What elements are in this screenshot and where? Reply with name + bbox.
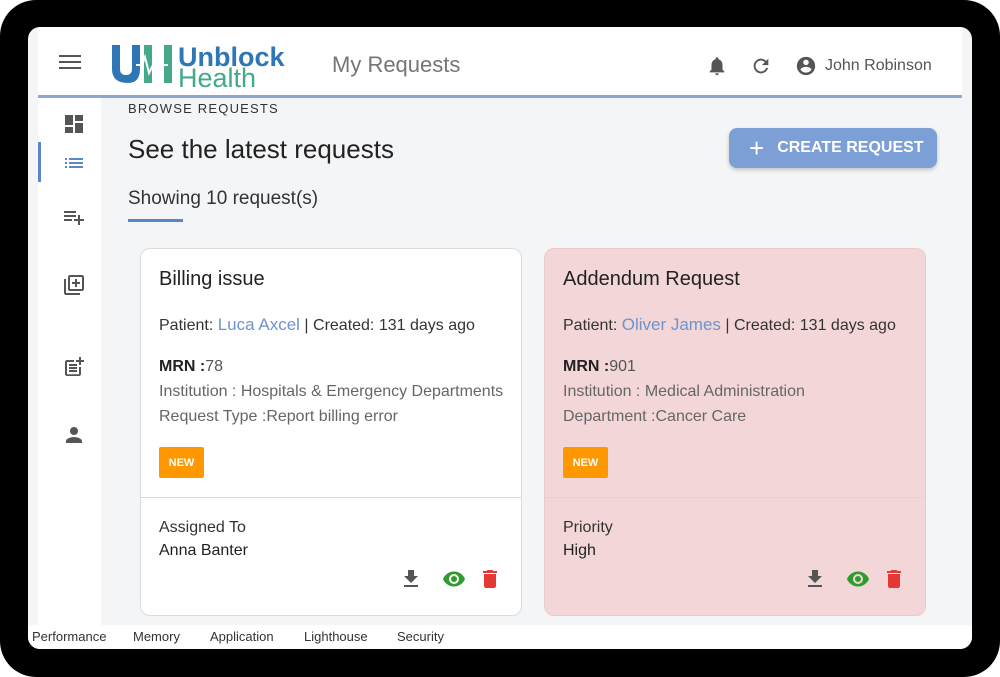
create-request-label: CREATE REQUEST bbox=[777, 139, 924, 156]
logo-text-health: Health bbox=[178, 63, 257, 93]
assigned-to-value: Anna Banter bbox=[159, 542, 248, 559]
device-frame: Unblock Health My Requests John Robinson bbox=[0, 0, 1000, 677]
logo-mark-icon bbox=[112, 45, 172, 83]
priority-label: Priority bbox=[563, 519, 613, 536]
menu-icon[interactable] bbox=[59, 55, 81, 69]
sidebar-item-dashboard[interactable] bbox=[62, 112, 86, 136]
patient-label: Patient: bbox=[159, 317, 214, 334]
status-badge: NEW bbox=[159, 447, 204, 478]
mrn-value: 78 bbox=[205, 358, 224, 375]
account-circle-icon[interactable] bbox=[795, 55, 817, 82]
main-heading: See the latest requests bbox=[128, 134, 394, 164]
patient-line: Patient: Luca Axcel | Created: 131 days … bbox=[159, 315, 475, 335]
devtools-tab-memory[interactable]: Memory bbox=[133, 629, 180, 644]
delete-icon[interactable] bbox=[882, 567, 906, 591]
card-title: Billing issue bbox=[159, 268, 265, 290]
sidebar-item-post-add[interactable] bbox=[62, 355, 86, 379]
sidebar-item-profile[interactable] bbox=[62, 423, 86, 447]
mrn-label: MRN : bbox=[563, 358, 610, 375]
dashboard-icon bbox=[65, 115, 83, 133]
devtools-tab-performance[interactable]: Performance bbox=[32, 629, 106, 644]
playlist-add-icon bbox=[64, 211, 84, 225]
created-text: | Created: 131 days ago bbox=[725, 317, 896, 334]
app-screen: Unblock Health My Requests John Robinson bbox=[28, 27, 972, 649]
sidebar-item-add-list[interactable] bbox=[62, 205, 86, 229]
request-card[interactable]: Billing issue Patient: Luca Axcel | Crea… bbox=[140, 248, 522, 616]
refresh-icon[interactable] bbox=[750, 55, 772, 82]
sidebar-item-library-add[interactable] bbox=[62, 273, 86, 297]
download-icon[interactable] bbox=[803, 567, 827, 591]
card-title: Addendum Request bbox=[563, 268, 740, 290]
patient-name-link[interactable]: Oliver James bbox=[622, 315, 721, 334]
library-add-icon bbox=[64, 275, 84, 295]
app-bar: Unblock Health My Requests John Robinson bbox=[38, 27, 962, 98]
institution-text: Institution : Hospitals & Emergency Depa… bbox=[159, 383, 504, 400]
page-title: My Requests bbox=[332, 52, 461, 77]
devtools-tab-security[interactable]: Security bbox=[397, 629, 444, 644]
showing-count-tab[interactable]: Showing 10 request(s) bbox=[128, 188, 318, 210]
devtools-tab-lighthouse[interactable]: Lighthouse bbox=[304, 629, 368, 644]
post-add-icon bbox=[65, 357, 84, 376]
institution-text: Institution : Medical Administration bbox=[563, 383, 805, 400]
mrn-value: 901 bbox=[609, 358, 636, 375]
card-divider bbox=[545, 497, 925, 498]
person-icon bbox=[66, 427, 82, 443]
request-type-text: Request Type :Report billing error bbox=[159, 408, 398, 425]
browse-requests-overline: BROWSE REQUESTS bbox=[128, 101, 279, 116]
view-eye-icon[interactable] bbox=[440, 567, 468, 591]
devtools-tab-application[interactable]: Application bbox=[210, 629, 274, 644]
devtools-tab-strip: Performance Memory Application Lighthous… bbox=[28, 625, 972, 649]
patient-line: Patient: Oliver James | Created: 131 day… bbox=[563, 315, 896, 335]
mrn-label: MRN : bbox=[159, 358, 206, 375]
sidebar-item-requests[interactable] bbox=[62, 151, 86, 175]
created-text: | Created: 131 days ago bbox=[304, 317, 475, 334]
create-request-button[interactable]: + CREATE REQUEST bbox=[729, 128, 937, 168]
download-icon[interactable] bbox=[399, 567, 423, 591]
card-divider bbox=[141, 497, 521, 498]
request-card[interactable]: Addendum Request Patient: Oliver James |… bbox=[544, 248, 926, 616]
sidebar-active-indicator bbox=[38, 142, 41, 182]
user-name[interactable]: John Robinson bbox=[825, 57, 932, 75]
mrn-line: MRN :901 bbox=[563, 358, 636, 376]
status-badge: NEW bbox=[563, 447, 608, 478]
department-text: Department :Cancer Care bbox=[563, 408, 747, 425]
sidebar bbox=[38, 98, 101, 649]
patient-name-link[interactable]: Luca Axcel bbox=[218, 315, 300, 334]
mrn-line: MRN :78 bbox=[159, 358, 223, 376]
priority-value: High bbox=[563, 542, 596, 559]
notification-bell-icon[interactable] bbox=[706, 55, 728, 82]
assigned-to-label: Assigned To bbox=[159, 519, 246, 536]
showing-tab-indicator bbox=[128, 219, 183, 222]
list-icon bbox=[65, 158, 83, 168]
unblock-health-logo[interactable]: Unblock Health bbox=[110, 43, 300, 92]
delete-icon[interactable] bbox=[478, 567, 502, 591]
plus-icon: + bbox=[749, 133, 765, 163]
view-eye-icon[interactable] bbox=[844, 567, 872, 591]
patient-label: Patient: bbox=[563, 317, 618, 334]
